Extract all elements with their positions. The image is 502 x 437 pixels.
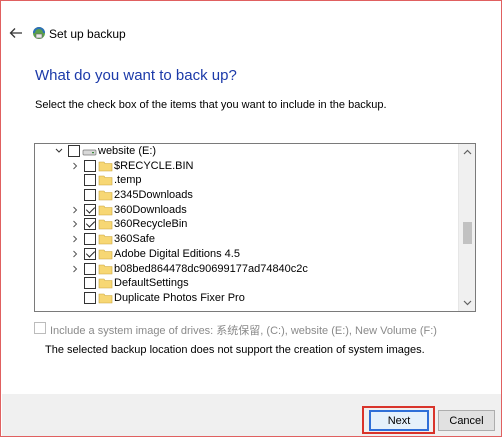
item-checkbox[interactable]	[84, 233, 96, 246]
folder-icon	[98, 233, 113, 245]
titlebar: Set up backup	[1, 21, 501, 49]
item-checkbox[interactable]	[84, 262, 96, 275]
tree-item-label: b08bed864478dc90699177ad74840c2c	[114, 262, 308, 275]
tree-item-label: .temp	[114, 174, 142, 187]
tree-item-label: 360Safe	[114, 233, 155, 246]
tree-item[interactable]: 2345Downloads	[35, 188, 459, 203]
item-checkbox[interactable]	[84, 291, 96, 304]
next-button[interactable]: Next	[369, 410, 429, 431]
tree-item[interactable]: Adobe Digital Editions 4.5	[35, 247, 459, 262]
folder-icon	[98, 263, 113, 275]
tree-scrollbar[interactable]	[458, 144, 475, 311]
folder-tree[interactable]: website (E:) $RECYCLE.BIN .temp 2345Downlo…	[34, 143, 476, 312]
folder-icon	[98, 248, 113, 260]
tree-item[interactable]: b08bed864478dc90699177ad74840c2c	[35, 262, 459, 277]
expand-chevron-icon[interactable]	[71, 249, 79, 259]
tree-item-label: DefaultSettings	[114, 277, 189, 290]
folder-icon	[98, 277, 113, 289]
tree-item[interactable]: DefaultSettings	[35, 276, 459, 291]
backup-window: Set up backup What do you want to back u…	[0, 0, 502, 437]
instructions-text: Select the check box of the items that y…	[35, 99, 387, 111]
system-image-note: The selected backup location does not su…	[45, 344, 425, 356]
tree-item[interactable]: 360Safe	[35, 232, 459, 247]
scroll-thumb[interactable]	[463, 222, 472, 244]
drive-checkbox[interactable]	[68, 145, 80, 157]
tree-item-label: 360RecycleBin	[114, 218, 188, 231]
folder-icon	[98, 292, 113, 304]
tree-item[interactable]: $RECYCLE.BIN	[35, 159, 459, 174]
window-title: Set up backup	[49, 27, 126, 41]
item-checkbox[interactable]	[84, 247, 96, 260]
item-checkbox[interactable]	[84, 189, 96, 202]
expand-chevron-icon[interactable]	[71, 219, 79, 229]
tree-item-label: Adobe Digital Editions 4.5	[114, 247, 240, 260]
tree-item[interactable]: 360RecycleBin	[35, 217, 459, 232]
drive-icon	[82, 146, 97, 158]
item-checkbox[interactable]	[84, 174, 96, 187]
tree-item[interactable]: Duplicate Photos Fixer Pro	[35, 291, 459, 306]
item-checkbox[interactable]	[84, 218, 96, 231]
back-arrow-icon[interactable]	[7, 24, 25, 42]
folder-icon	[98, 204, 113, 216]
collapse-chevron-icon[interactable]	[55, 146, 63, 156]
system-image-label: Include a system image of drives: 系统保留, …	[50, 325, 437, 337]
backup-app-icon	[31, 25, 47, 41]
item-checkbox[interactable]	[84, 277, 96, 290]
item-checkbox[interactable]	[84, 159, 96, 172]
tree-rows: website (E:) $RECYCLE.BIN .temp 2345Downlo…	[35, 144, 459, 306]
cancel-button[interactable]: Cancel	[438, 410, 495, 431]
folder-icon	[98, 189, 113, 201]
folder-icon	[98, 218, 113, 230]
page-heading: What do you want to back up?	[35, 67, 237, 84]
tree-item-label: 360Downloads	[114, 203, 187, 216]
scroll-down-icon[interactable]	[459, 295, 475, 311]
scroll-up-icon[interactable]	[459, 144, 475, 160]
system-image-checkbox[interactable]	[34, 322, 46, 334]
expand-chevron-icon[interactable]	[71, 161, 79, 171]
folder-icon	[98, 160, 113, 172]
expand-chevron-icon[interactable]	[71, 264, 79, 274]
expand-chevron-icon[interactable]	[71, 234, 79, 244]
item-checkbox[interactable]	[84, 203, 96, 216]
drive-row[interactable]: website (E:)	[35, 144, 459, 159]
tree-item-label: 2345Downloads	[114, 189, 193, 202]
tree-item[interactable]: .temp	[35, 173, 459, 188]
tree-item-label: $RECYCLE.BIN	[114, 159, 194, 172]
folder-icon	[98, 174, 113, 186]
expand-chevron-icon[interactable]	[71, 205, 79, 215]
drive-label: website (E:)	[98, 145, 157, 157]
tree-item-label: Duplicate Photos Fixer Pro	[114, 291, 245, 304]
tree-item[interactable]: 360Downloads	[35, 203, 459, 218]
